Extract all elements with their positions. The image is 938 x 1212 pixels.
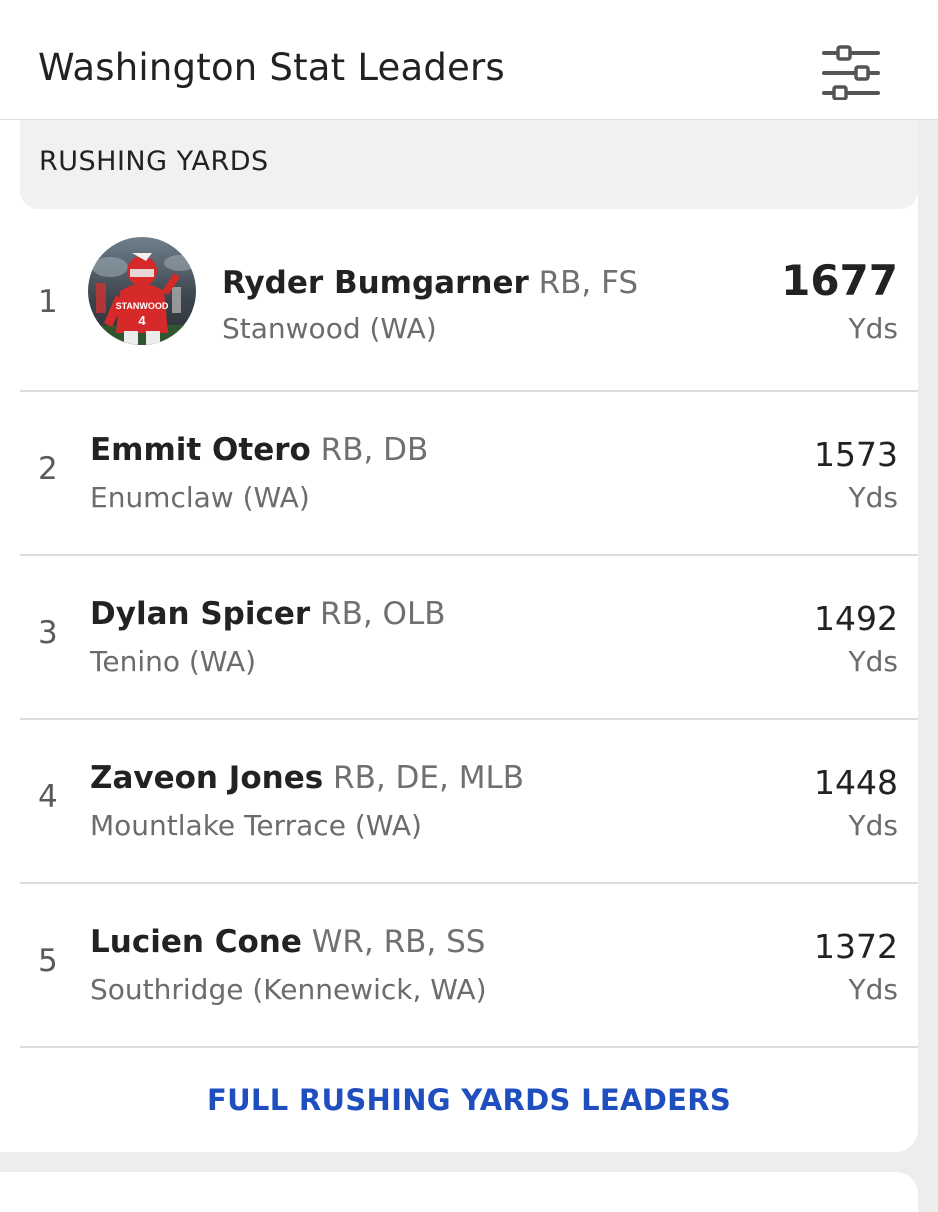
player-school: Tenino (WA) [90, 645, 257, 678]
player-name-line: Emmit Otero RB, DB [90, 430, 428, 470]
stat-leaders-card: RUSHING YARDS 1 STANWOOD 4 Ryder Bumgarn… [0, 120, 918, 1152]
stat-value: 1448 [814, 763, 898, 802]
player-positions: RB, DE, MLB [333, 760, 524, 796]
player-school: Mountlake Terrace (WA) [90, 809, 422, 842]
top-bar: Washington Stat Leaders [0, 0, 938, 120]
next-card [0, 1172, 918, 1212]
sliders-icon [822, 45, 880, 101]
player-name-line: Lucien Cone WR, RB, SS [90, 922, 486, 962]
player-avatar[interactable]: STANWOOD 4 [88, 237, 196, 345]
filter-button[interactable] [818, 44, 884, 101]
player-positions: RB, DB [320, 432, 429, 468]
stat-unit: Yds [848, 973, 898, 1006]
full-leaders-link[interactable]: FULL RUSHING YARDS LEADERS [0, 1080, 918, 1120]
rank-number: 1 [38, 284, 58, 320]
page-title: Washington Stat Leaders [38, 46, 505, 89]
rank-number: 3 [38, 615, 58, 651]
player-name[interactable]: Emmit Otero [90, 432, 311, 468]
player-school: Stanwood (WA) [222, 312, 437, 345]
stat-unit: Yds [848, 481, 898, 514]
stat-value: 1573 [814, 435, 898, 474]
stat-unit: Yds [848, 645, 898, 678]
rank-number: 4 [38, 779, 58, 815]
section-label: RUSHING YARDS [39, 146, 269, 177]
player-name[interactable]: Ryder Bumgarner [222, 265, 529, 301]
stat-value: 1492 [814, 599, 898, 638]
rank-number: 2 [38, 451, 58, 487]
player-positions: RB, FS [538, 265, 639, 301]
leader-row[interactable]: 4 Zaveon Jones RB, DE, MLB Mountlake Ter… [20, 720, 918, 884]
stat-value: 1372 [814, 927, 898, 966]
player-name[interactable]: Lucien Cone [90, 924, 302, 960]
svg-text:4: 4 [138, 313, 146, 328]
leader-row[interactable]: 3 Dylan Spicer RB, OLB Tenino (WA) 1492 … [20, 556, 918, 720]
player-positions: WR, RB, SS [311, 924, 486, 960]
svg-text:STANWOOD: STANWOOD [116, 301, 169, 311]
stat-unit: Yds [848, 809, 898, 842]
player-name-line: Dylan Spicer RB, OLB [90, 594, 446, 634]
leader-row[interactable]: 5 Lucien Cone WR, RB, SS Southridge (Ken… [20, 884, 918, 1048]
stat-unit: Yds [848, 312, 898, 345]
player-name-line: Ryder Bumgarner RB, FS [222, 263, 638, 303]
leader-row[interactable]: 2 Emmit Otero RB, DB Enumclaw (WA) 1573 … [20, 392, 918, 556]
player-positions: RB, OLB [320, 596, 446, 632]
player-name-line: Zaveon Jones RB, DE, MLB [90, 758, 524, 798]
player-school: Enumclaw (WA) [90, 481, 310, 514]
player-name[interactable]: Dylan Spicer [90, 596, 310, 632]
leader-row[interactable]: 1 STANWOOD 4 Ryder Bumgarner RB, FS Stan… [20, 209, 918, 392]
rank-number: 5 [38, 943, 58, 979]
stat-value: 1677 [781, 256, 898, 305]
player-name[interactable]: Zaveon Jones [90, 760, 323, 796]
player-school: Southridge (Kennewick, WA) [90, 973, 487, 1006]
section-header: RUSHING YARDS [20, 120, 918, 209]
